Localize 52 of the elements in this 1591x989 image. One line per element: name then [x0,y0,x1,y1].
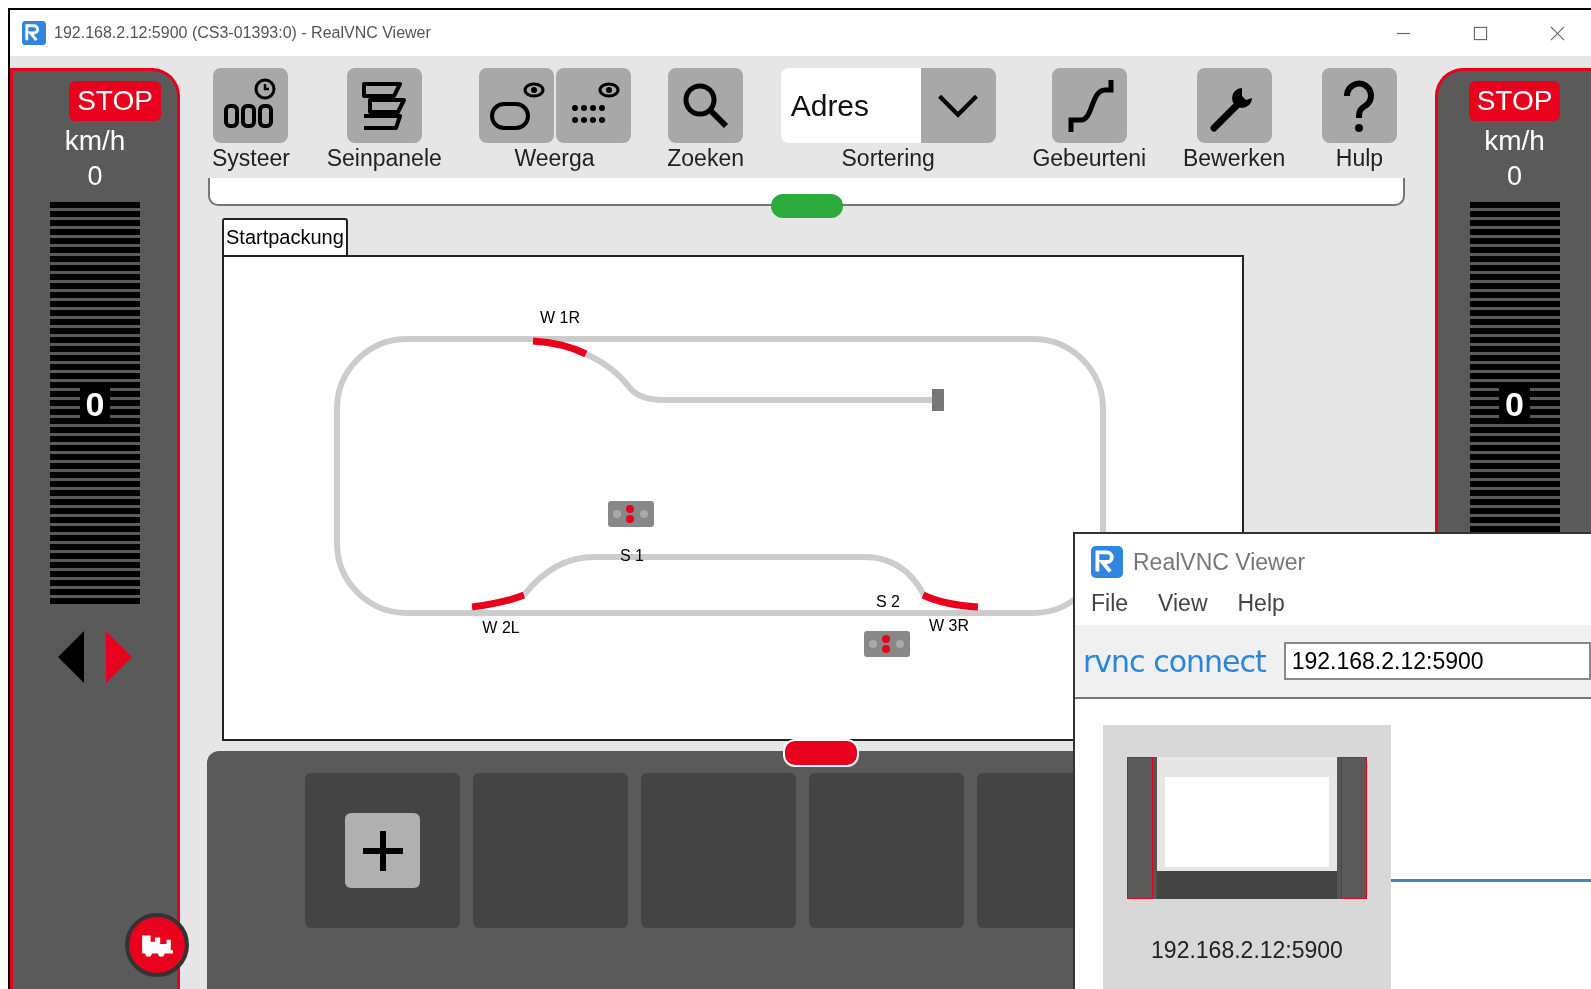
menu-item[interactable]: View [1158,590,1208,617]
close-icon[interactable] [1550,25,1565,41]
drag-handle[interactable] [783,739,859,767]
search-button[interactable] [668,68,744,143]
speed-value: 0 [87,161,103,192]
edit-button[interactable] [1196,68,1272,143]
toolbar-label: Zoeken [667,145,744,172]
signal-label: S 1 [620,547,644,564]
toolbar-label: Gebeurteni [1032,145,1147,172]
turnout[interactable] [532,337,588,358]
help-button[interactable] [1321,68,1397,143]
chevron-down-icon [936,92,981,119]
window-title: 192.168.2.12:5900 (CS3-01393:0) - RealVNC Viewer [54,24,431,42]
menu-item[interactable]: File [1091,590,1129,617]
system-button[interactable] [213,68,289,143]
speed-value: 0 [1507,161,1522,192]
function-slot[interactable] [305,773,460,928]
menu-item[interactable]: Help [1237,590,1285,617]
app-logo-icon [1091,546,1123,578]
turnout-label: W 3R [929,617,969,634]
app-logo-icon [22,21,46,45]
reverse-arrow-icon[interactable] [58,631,86,683]
turnout[interactable] [921,591,979,611]
brand-logo: rvnc connect [1083,643,1266,679]
thumbnail-label: 192.168.2.12:5900 [1151,937,1343,964]
turnout[interactable] [471,591,526,611]
window-title: RealVNC Viewer [1133,548,1306,576]
toolbar-label: Systeer [212,145,290,172]
address-field[interactable]: 192.168.2.12:5900 [1283,642,1591,680]
panels-button[interactable] [346,68,422,143]
toolbar-label: Weerga [514,145,595,172]
layout-tab[interactable]: Startpackung [222,218,348,255]
turnout-label: W 2L [482,619,520,636]
turnout-label: W 1R [540,309,580,326]
keyboard-view-button[interactable] [555,68,631,143]
stop-button[interactable]: STOP [69,81,161,121]
speed-slider[interactable]: 0 [50,202,140,607]
events-button[interactable] [1051,68,1127,143]
toolbar-label: Hulp [1335,145,1384,172]
connection-thumbnail[interactable]: 192.168.2.12:5900 [1103,725,1391,989]
add-button[interactable] [345,813,420,888]
stop-button[interactable]: STOP [1468,81,1561,121]
toolbar-label: Sortering [841,145,935,172]
speed-unit: km/h [64,125,126,157]
toolbar-label: Seinpanele [326,145,442,172]
buffer-stop-icon [932,389,944,411]
drag-handle[interactable] [770,194,843,218]
maximize-icon[interactable] [1473,25,1488,41]
speed-unit: km/h [1484,125,1545,157]
signal-label: S 2 [876,593,900,610]
train-icon [140,933,174,957]
toolbar-label: Bewerken [1182,145,1286,172]
